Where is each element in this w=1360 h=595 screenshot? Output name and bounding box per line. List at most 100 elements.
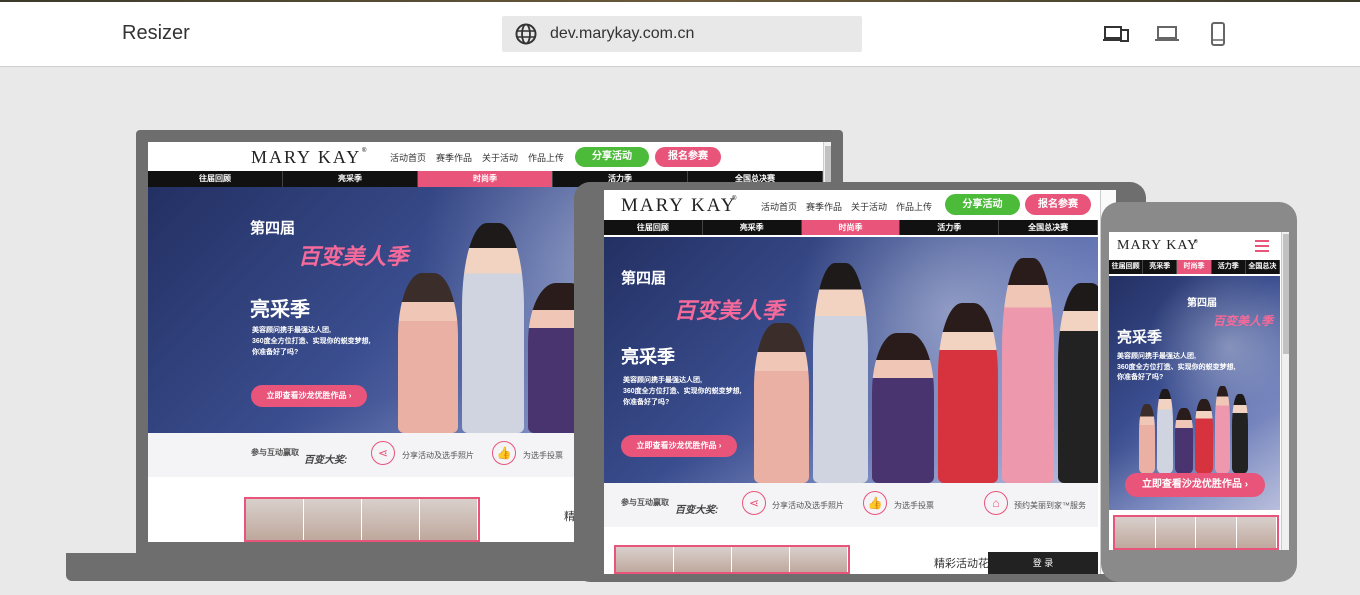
globe-icon	[515, 23, 537, 45]
gallery-photo[interactable]	[732, 547, 790, 572]
share-label: 分享活动	[592, 151, 632, 162]
laptop-view-button[interactable]	[1153, 22, 1181, 46]
url-bar[interactable]	[502, 16, 862, 52]
edition-label: 第四届	[1187, 298, 1217, 309]
model-figure	[398, 273, 458, 433]
hero-banner: 第四届 百变美人季 亮采季 美容顾问携手最强达人团, 360度全方位打造、实现你…	[604, 237, 1098, 483]
cta-button[interactable]: 立即查看沙龙优胜作品 ›	[1125, 473, 1265, 497]
menu-icon[interactable]	[1255, 240, 1269, 252]
tab-fashion[interactable]: 时尚季	[801, 220, 901, 235]
share-label: 分享活动	[962, 199, 1003, 210]
nav-home[interactable]: 活动首页	[390, 151, 426, 164]
tab-final[interactable]: 全国总决赛	[1246, 260, 1281, 284]
desc-line-3: 你准备好了吗?	[252, 349, 299, 357]
tab-vital[interactable]: 活力季	[1212, 260, 1246, 274]
thumbs-up-icon[interactable]: 👍	[863, 491, 887, 515]
phone-screen[interactable]: MARY KAY ® 往届回顾 亮采季 时尚季 活力季 全国总决赛 第四届 百变…	[1109, 232, 1289, 550]
url-input[interactable]	[550, 25, 840, 43]
phone-icon	[1211, 22, 1225, 46]
tablet-screen[interactable]: MARY KAY ® 活动首页 赛季作品 关于活动 作品上传 分享活动 报名参赛…	[604, 190, 1116, 574]
season-description: 美容顾问携手最强达人团, 360度全方位打造、实现你的蜕变梦想, 你准备好了吗?	[623, 375, 742, 409]
season-description: 美容顾问携手最强达人团, 360度全方位打造、实现你的蜕变梦想, 你准备好了吗?	[1117, 352, 1236, 384]
nav-about[interactable]: 关于活动	[482, 151, 518, 164]
tab-bright[interactable]: 亮采季	[283, 171, 418, 187]
tab-bright[interactable]: 亮采季	[703, 220, 802, 235]
site-logo[interactable]: MARY KAY	[1117, 238, 1198, 254]
desc-line-2: 360度全方位打造、实现你的蜕变梦想,	[252, 338, 371, 346]
gallery-photo[interactable]	[246, 499, 304, 540]
season-description: 美容顾问携手最强达人团, 360度全方位打造、实现你的蜕变梦想, 你准备好了吗?	[252, 325, 371, 359]
campaign-badge: 百变美人季	[1213, 314, 1274, 328]
resizer-toolbar: Resizer	[0, 0, 1360, 67]
share-button[interactable]: 分享活动	[575, 147, 649, 167]
scroll-thumb[interactable]	[1283, 234, 1289, 354]
model-figure	[813, 263, 868, 483]
gallery-strip[interactable]	[1113, 515, 1279, 550]
gallery-photo[interactable]	[1155, 517, 1196, 548]
model-figure	[1195, 399, 1213, 474]
gallery-photo[interactable]	[1115, 517, 1156, 548]
site-header: MARY KAY ® 活动首页 赛季作品 关于活动 作品上传 分享活动 报名参赛	[148, 142, 831, 171]
site-header: MARY KAY ® 活动首页 赛季作品 关于活动 作品上传 分享活动 报名参赛	[604, 190, 1116, 220]
home-service-icon[interactable]: ⌂	[984, 491, 1008, 515]
share-icon[interactable]: ⋖	[742, 491, 766, 515]
gallery-photo[interactable]	[1196, 517, 1237, 548]
join-button[interactable]: 报名参赛	[655, 147, 721, 167]
hero-people	[1139, 384, 1250, 474]
share-icon[interactable]: ⋖	[371, 441, 395, 465]
strip-share-text: 分享活动及选手照片	[772, 501, 844, 510]
join-label: 报名参赛	[1038, 199, 1078, 210]
site-logo[interactable]: MARY KAY	[251, 147, 361, 168]
cta-button[interactable]: 立即查看沙龙优胜作品 ›	[251, 385, 367, 407]
tab-past[interactable]: 往届回顾	[148, 171, 283, 187]
desc-line-3: 你准备好了吗?	[623, 399, 670, 407]
strip-label: 参与互动赢取	[251, 448, 299, 457]
season-title: 亮采季	[1117, 329, 1163, 346]
logo-reg-mark: ®	[362, 148, 367, 154]
tab-fashion[interactable]: 时尚季	[418, 171, 553, 187]
tab-past[interactable]: 往届回顾	[604, 220, 703, 235]
scrollbar[interactable]	[1281, 232, 1289, 550]
login-button[interactable]: 登 录	[988, 552, 1098, 574]
edition-label: 第四届	[250, 220, 296, 237]
share-button[interactable]: 分享活动	[945, 194, 1020, 215]
gallery-strip[interactable]	[244, 497, 480, 542]
app-title: Resizer	[122, 22, 190, 44]
model-figure	[1232, 394, 1248, 474]
gallery-photo[interactable]	[674, 547, 732, 572]
season-title: 亮采季	[621, 347, 675, 367]
gallery-photo[interactable]	[304, 499, 362, 540]
strip-prize: 百变大奖:	[675, 505, 719, 516]
gallery-photo[interactable]	[362, 499, 420, 540]
phone-view-button[interactable]	[1204, 22, 1232, 46]
join-button[interactable]: 报名参赛	[1025, 194, 1091, 215]
cta-button[interactable]: 立即查看沙龙优胜作品 ›	[621, 435, 737, 457]
gallery-photo[interactable]	[1236, 517, 1277, 548]
login-label: 登 录	[1032, 558, 1054, 568]
tab-vital[interactable]: 活力季	[900, 220, 1000, 235]
gallery-photo[interactable]	[790, 547, 848, 572]
site-nav: 活动首页 赛季作品 关于活动 作品上传	[761, 200, 932, 213]
tab-fashion[interactable]: 时尚季	[1177, 260, 1212, 274]
desc-line-1: 美容顾问携手最强达人团,	[252, 327, 331, 334]
nav-home[interactable]: 活动首页	[761, 200, 797, 213]
thumbs-up-icon[interactable]: 👍	[492, 441, 516, 465]
gallery-photo[interactable]	[420, 499, 478, 540]
all-devices-button[interactable]	[1102, 22, 1130, 46]
nav-about[interactable]: 关于活动	[851, 200, 887, 213]
all-devices-icon	[1103, 26, 1129, 42]
nav-works[interactable]: 赛季作品	[436, 151, 472, 164]
prize-strip: 参与互动赢取 百变大奖: ⋖ 分享活动及选手照片 👍 为选手投票 ⌂ 预约美丽到…	[604, 483, 1098, 527]
tab-bright[interactable]: 亮采季	[1143, 260, 1178, 274]
nav-upload[interactable]: 作品上传	[528, 151, 564, 164]
nav-works[interactable]: 赛季作品	[806, 200, 842, 213]
logo-reg-mark: ®	[732, 196, 737, 202]
nav-upload[interactable]: 作品上传	[896, 200, 932, 213]
site-logo[interactable]: MARY KAY	[621, 195, 736, 217]
season-tabs: 往届回顾 亮采季 时尚季 活力季 全国总决赛	[1109, 260, 1281, 284]
gallery-strip[interactable]	[614, 545, 850, 574]
gallery-photo[interactable]	[616, 547, 674, 572]
tab-final[interactable]: 全国总决赛	[999, 220, 1098, 235]
season-tabs: 往届回顾 亮采季 时尚季 活力季 全国总决赛	[604, 220, 1098, 235]
tab-past[interactable]: 往届回顾	[1109, 260, 1144, 274]
